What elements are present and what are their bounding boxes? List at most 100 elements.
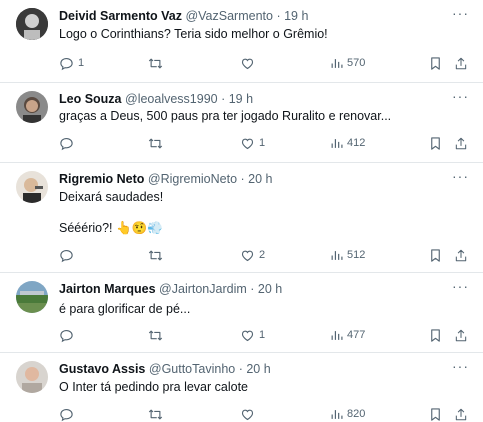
retweet-button[interactable]: [147, 55, 168, 71]
bookmark-icon: [431, 136, 440, 150]
share-button[interactable]: [454, 135, 468, 151]
like-button[interactable]: 1: [240, 135, 265, 151]
handle[interactable]: @GuttoTavinho: [149, 362, 235, 376]
timestamp[interactable]: · 20 h: [241, 172, 273, 186]
timestamp[interactable]: · 19 h: [276, 9, 308, 23]
handle[interactable]: @JairtonJardim: [159, 282, 247, 296]
tweet[interactable]: Gustavo Assis @GuttoTavinho · 20 h ··· O…: [0, 353, 483, 422]
share-button[interactable]: [454, 247, 468, 263]
view-count: 477: [347, 329, 366, 341]
retweet-icon: [148, 330, 163, 340]
retweet-button[interactable]: [147, 247, 168, 263]
tweet-text: O Inter tá pedindo pra levar calote: [59, 380, 249, 394]
reply-button[interactable]: [59, 135, 78, 151]
tweet[interactable]: Deivid Sarmento Vaz @VazSarmento · 19 h …: [0, 0, 483, 83]
avatar[interactable]: [16, 361, 48, 393]
reply-icon: [60, 408, 73, 421]
bookmark-button[interactable]: [429, 55, 442, 71]
views-icon: [331, 330, 343, 340]
tweet[interactable]: Jairton Marques @JairtonJardim · 20 h ··…: [0, 273, 483, 353]
more-options-icon[interactable]: ···: [452, 88, 469, 104]
views-button[interactable]: 477: [330, 327, 365, 343]
reply-icon: [60, 137, 73, 150]
more-options-icon[interactable]: ···: [452, 5, 469, 21]
avatar[interactable]: [16, 281, 48, 313]
views-icon: [331, 58, 343, 68]
bookmark-button[interactable]: [429, 135, 442, 151]
share-button[interactable]: [454, 55, 468, 71]
like-button[interactable]: 2: [240, 247, 265, 263]
retweet-button[interactable]: [147, 327, 168, 343]
views-icon: [331, 138, 343, 148]
tweet-header: Leo Souza @leoalvess1990 · 19 h: [59, 91, 253, 107]
avatar[interactable]: [16, 8, 48, 40]
tweet[interactable]: Rigremio Neto @RigremioNeto · 20 h ··· D…: [0, 163, 483, 273]
like-count: 1: [259, 329, 266, 341]
share-icon: [455, 137, 467, 149]
like-icon: [241, 409, 254, 420]
like-button[interactable]: [240, 55, 259, 71]
share-icon: [455, 408, 467, 420]
bookmark-button[interactable]: [429, 327, 442, 343]
avatar[interactable]: [16, 171, 48, 203]
action-bar: 2 512: [59, 247, 469, 263]
views-icon: [331, 409, 343, 419]
share-icon: [455, 249, 467, 261]
retweet-button[interactable]: [147, 135, 168, 151]
handle[interactable]: @leoalvess1990: [125, 92, 218, 106]
views-button[interactable]: 570: [330, 55, 365, 71]
tweet-text: é para glorificar de pé...: [59, 302, 191, 316]
reply-button[interactable]: 1: [59, 55, 84, 71]
avatar[interactable]: [16, 91, 48, 123]
views-button[interactable]: 820: [330, 406, 365, 422]
like-button[interactable]: [240, 406, 259, 422]
display-name[interactable]: Gustavo Assis: [59, 362, 145, 376]
reply-icon: [60, 329, 73, 342]
bookmark-button[interactable]: [429, 247, 442, 263]
like-button[interactable]: 1: [240, 327, 265, 343]
reply-count: 1: [78, 57, 85, 69]
pointing-up-emoji: 👆: [116, 221, 132, 235]
share-button[interactable]: [454, 406, 468, 422]
tweet-text: Logo o Corinthians? Teria sido melhor o …: [59, 27, 328, 41]
display-name[interactable]: Leo Souza: [59, 92, 122, 106]
bookmark-button[interactable]: [429, 406, 442, 422]
tweet[interactable]: Leo Souza @leoalvess1990 · 19 h ··· graç…: [0, 83, 483, 163]
timestamp[interactable]: · 20 h: [250, 282, 282, 296]
raised-eyebrow-emoji: 🤨: [131, 221, 148, 235]
more-options-icon[interactable]: ···: [452, 278, 469, 294]
more-options-icon[interactable]: ···: [452, 358, 469, 374]
retweet-button[interactable]: [147, 406, 168, 422]
tweet-header: Rigremio Neto @RigremioNeto · 20 h: [59, 171, 272, 187]
tweet-header: Jairton Marques @JairtonJardim · 20 h: [59, 281, 282, 297]
tweet-text-line: Sééério?! 👆🤨💨: [59, 220, 163, 237]
action-bar: 1 412: [59, 135, 469, 151]
share-button[interactable]: [454, 327, 468, 343]
more-options-icon[interactable]: ···: [452, 168, 469, 184]
reply-icon: [60, 249, 73, 262]
timestamp[interactable]: · 19 h: [221, 92, 253, 106]
reply-feed: Deivid Sarmento Vaz @VazSarmento · 19 h …: [0, 0, 483, 422]
view-count: 512: [347, 249, 366, 261]
display-name[interactable]: Jairton Marques: [59, 282, 156, 296]
handle[interactable]: @RigremioNeto: [148, 172, 237, 186]
like-icon: [241, 250, 254, 261]
display-name[interactable]: Deivid Sarmento Vaz: [59, 9, 182, 23]
tweet-text-part: Sééério?!: [59, 221, 113, 235]
retweet-icon: [148, 58, 163, 68]
tweet-header: Gustavo Assis @GuttoTavinho · 20 h: [59, 361, 271, 377]
timestamp[interactable]: · 20 h: [239, 362, 271, 376]
views-button[interactable]: 412: [330, 135, 365, 151]
view-count: 570: [347, 57, 366, 69]
display-name[interactable]: Rigremio Neto: [59, 172, 144, 186]
reply-button[interactable]: [59, 247, 78, 263]
reply-button[interactable]: [59, 406, 78, 422]
action-bar: 1 477: [59, 327, 469, 343]
tweet-text: graças a Deus, 500 paus pra ter jogado R…: [59, 109, 392, 123]
view-count: 412: [347, 137, 366, 149]
handle[interactable]: @VazSarmento: [185, 9, 273, 23]
like-count: 1: [259, 137, 266, 149]
like-icon: [241, 58, 254, 69]
views-button[interactable]: 512: [330, 247, 365, 263]
reply-button[interactable]: [59, 327, 78, 343]
